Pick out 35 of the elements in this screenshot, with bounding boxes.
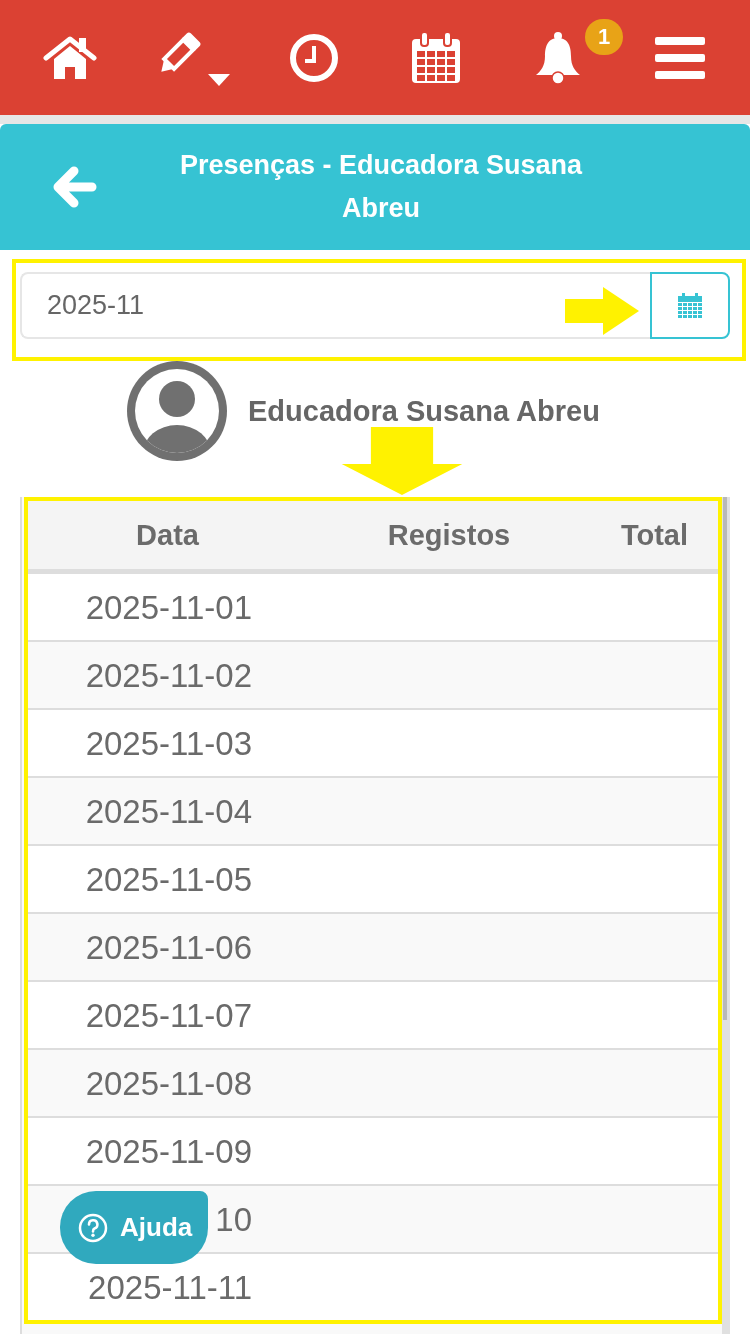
avatar-icon xyxy=(127,361,227,461)
educator-name: Educadora Susana Abreu xyxy=(248,394,600,428)
page-title: Presenças - Educadora Susana Abreu xyxy=(178,149,584,225)
help-icon xyxy=(78,1212,108,1243)
left-arrow-icon xyxy=(53,166,97,208)
column-header: Total xyxy=(619,518,690,552)
date-cell: 2025-11-08 xyxy=(85,1064,252,1102)
date-cell: 2025-11-05 xyxy=(85,860,252,898)
month-field[interactable]: 2025-11 xyxy=(20,272,650,339)
date-cell: 2025-11-11 xyxy=(88,1268,252,1306)
calendar-icon xyxy=(411,31,461,84)
calendar-button[interactable] xyxy=(411,31,461,84)
date-cell: 2025-11-04 xyxy=(85,792,252,830)
date-cell: 2025-11-02 xyxy=(85,656,252,694)
caret-icon xyxy=(208,74,230,86)
right-arrow-icon xyxy=(563,285,641,337)
menu-icon xyxy=(655,36,705,79)
date-cell: 2025-11-06 xyxy=(85,928,252,966)
clock-icon xyxy=(289,32,339,83)
date-cell: 2025-11-03 xyxy=(85,724,252,762)
scrollbar[interactable] xyxy=(722,497,730,1334)
scrollbar-thumb[interactable] xyxy=(723,497,727,1020)
help-button[interactable]: Ajuda xyxy=(60,1191,208,1264)
home-icon xyxy=(43,35,97,80)
clock-button[interactable] xyxy=(289,32,339,83)
date-cell: 2025-11-07 xyxy=(85,996,252,1034)
column-header: Data xyxy=(135,518,200,552)
calendar-icon xyxy=(677,292,703,319)
home-button[interactable] xyxy=(43,35,97,80)
notification-badge: 1 xyxy=(585,18,624,55)
column-header: Registos xyxy=(386,518,512,552)
date-cell: 2025-11-01 xyxy=(85,588,252,626)
menu-button[interactable] xyxy=(655,36,705,79)
date-cell: 10 xyxy=(215,1200,252,1238)
date-cell: 2025-11-09 xyxy=(85,1132,252,1170)
